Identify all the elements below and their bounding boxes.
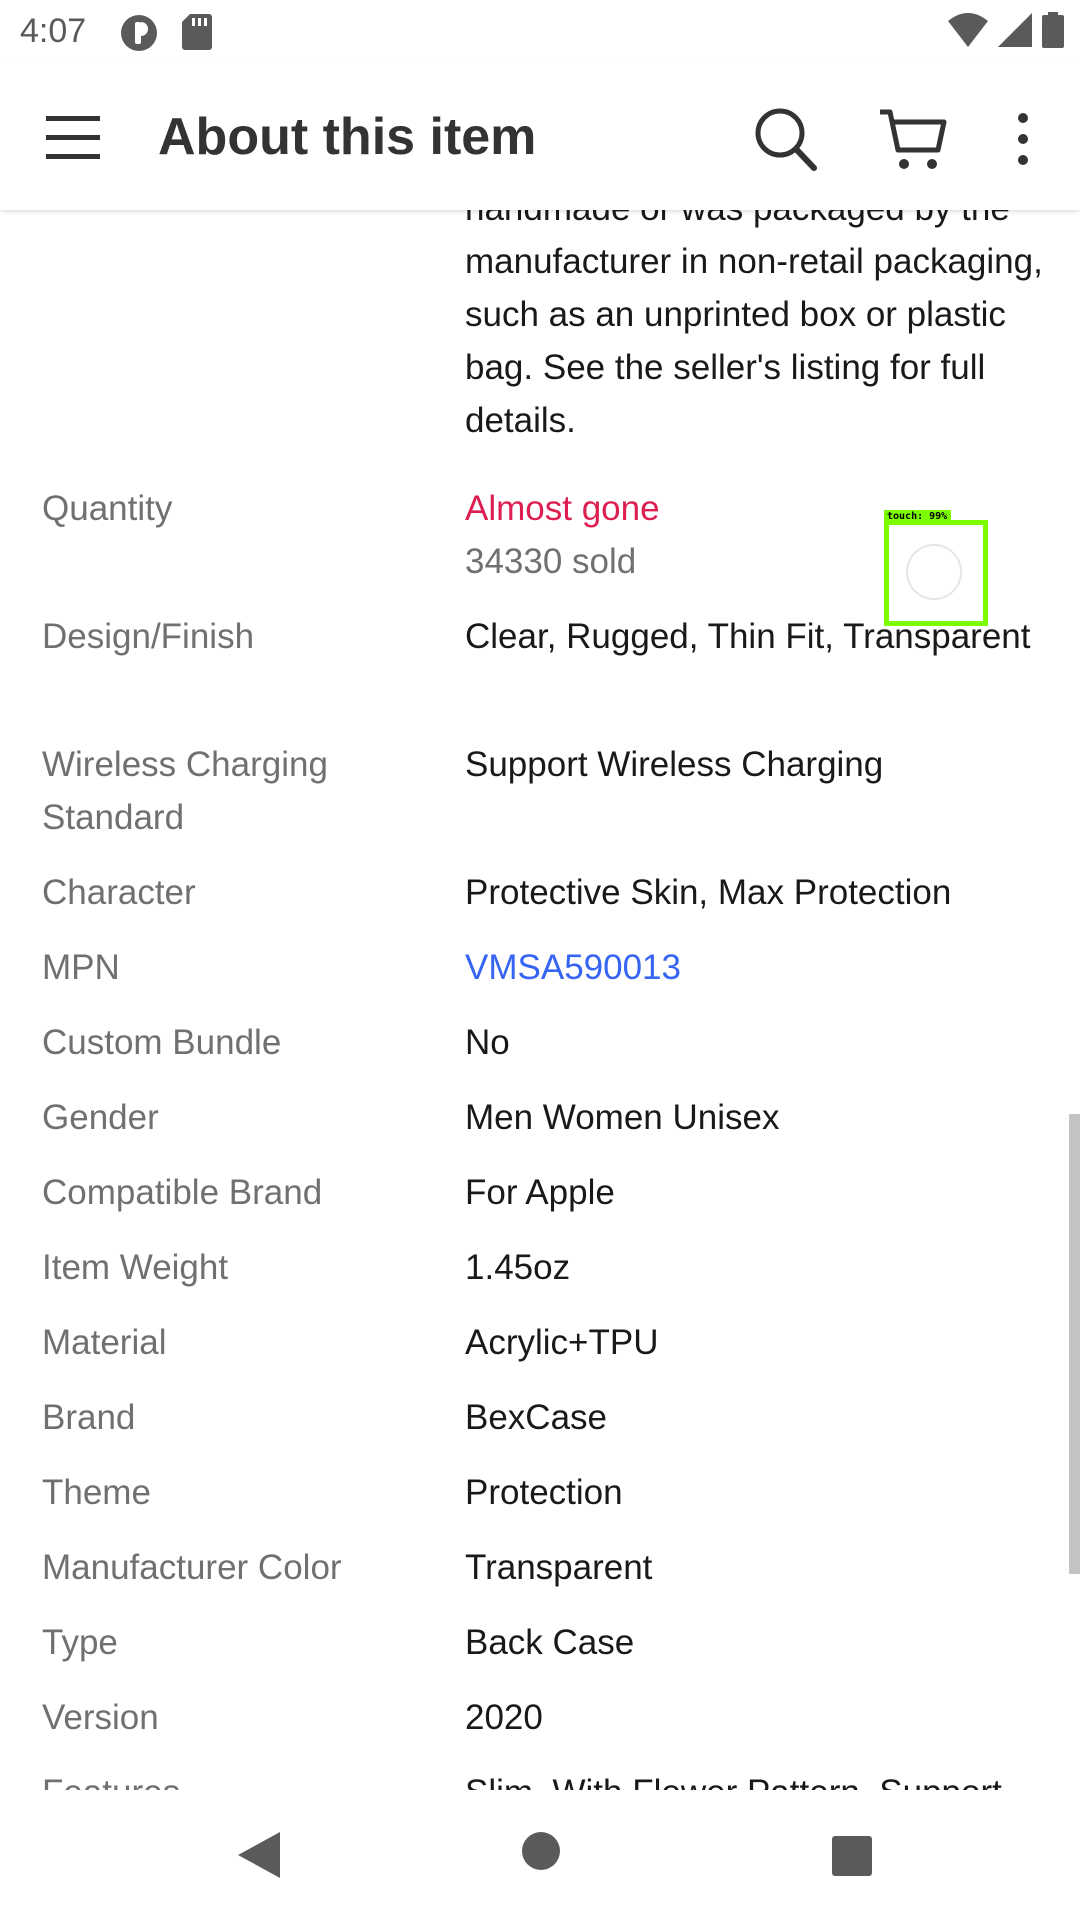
spec-label: Version — [42, 1698, 159, 1737]
mpn-link[interactable]: VMSA590013 — [465, 941, 1045, 994]
spec-value: Men Women Unisex — [465, 1098, 780, 1137]
spec-value: 2020 — [465, 1698, 543, 1737]
more-options-button[interactable] — [1000, 102, 1046, 176]
spec-value: Back Case — [465, 1623, 635, 1662]
spec-value: Protective Skin, Max Protection — [465, 873, 952, 912]
spec-value: BexCase — [465, 1398, 608, 1437]
touch-indicator — [906, 544, 962, 600]
spec-value: No — [465, 1023, 510, 1062]
spec-value: Protection — [465, 1473, 623, 1512]
wifi-icon — [948, 13, 988, 52]
spec-label: Compatible Brand — [42, 1173, 323, 1212]
spec-label: Wireless Charging Standard — [42, 745, 328, 837]
page-title: About this item — [158, 108, 537, 166]
spec-label: Type — [42, 1623, 118, 1662]
nav-back-button[interactable] — [236, 1830, 284, 1885]
recents-square-icon — [832, 1836, 872, 1876]
menu-icon — [46, 116, 100, 159]
spec-label: Character — [42, 873, 196, 912]
more-vert-icon — [1018, 113, 1028, 165]
system-nav-bar — [0, 1790, 1080, 1920]
battery-icon — [1042, 12, 1064, 53]
spec-value: Slim, With Flower Pattern, Support — [465, 1766, 1045, 1790]
notification-app-icon — [120, 14, 158, 57]
nav-home-button[interactable] — [520, 1830, 562, 1877]
spec-label: Custom Bundle — [42, 1023, 282, 1062]
spec-label: Gender — [42, 1098, 159, 1137]
status-time: 4:07 — [20, 12, 87, 50]
spec-label: Brand — [42, 1398, 136, 1437]
item-specifics-list[interactable]: handmade or was packaged by the manufact… — [0, 210, 1080, 1790]
spec-label: Item Weight — [42, 1248, 229, 1287]
spec-label: Theme — [42, 1473, 151, 1512]
spec-label: Material — [42, 1323, 167, 1362]
spec-label: MPN — [42, 948, 120, 987]
spec-label: Manufacturer Color — [42, 1548, 342, 1587]
menu-button[interactable] — [38, 102, 108, 172]
cart-button[interactable] — [876, 102, 950, 176]
spec-label: Quantity — [42, 489, 173, 528]
cart-icon — [880, 109, 947, 169]
condition-description: handmade or was packaged by the manufact… — [465, 210, 1043, 440]
cell-signal-icon — [998, 13, 1032, 52]
spec-value: Transparent — [465, 1548, 653, 1587]
search-icon — [755, 108, 817, 171]
status-bar: 4:07 — [0, 0, 1080, 64]
sd-card-icon — [182, 14, 212, 55]
spec-value: For Apple — [465, 1173, 615, 1212]
spec-value: Support Wireless Charging — [465, 745, 884, 784]
back-triangle-icon — [238, 1832, 280, 1878]
spec-value: Acrylic+TPU — [465, 1323, 659, 1362]
nav-recents-button[interactable] — [832, 1836, 872, 1881]
scrollbar-thumb[interactable] — [1069, 1114, 1080, 1574]
spec-label: Design/Finish — [42, 617, 255, 656]
home-circle-icon — [522, 1832, 560, 1870]
quantity-status: Almost gone — [465, 489, 660, 528]
spec-value: 1.45oz — [465, 1248, 571, 1287]
app-bar: About this item — [0, 64, 1080, 210]
search-button[interactable] — [748, 102, 822, 176]
spec-label: Features — [42, 1766, 422, 1790]
